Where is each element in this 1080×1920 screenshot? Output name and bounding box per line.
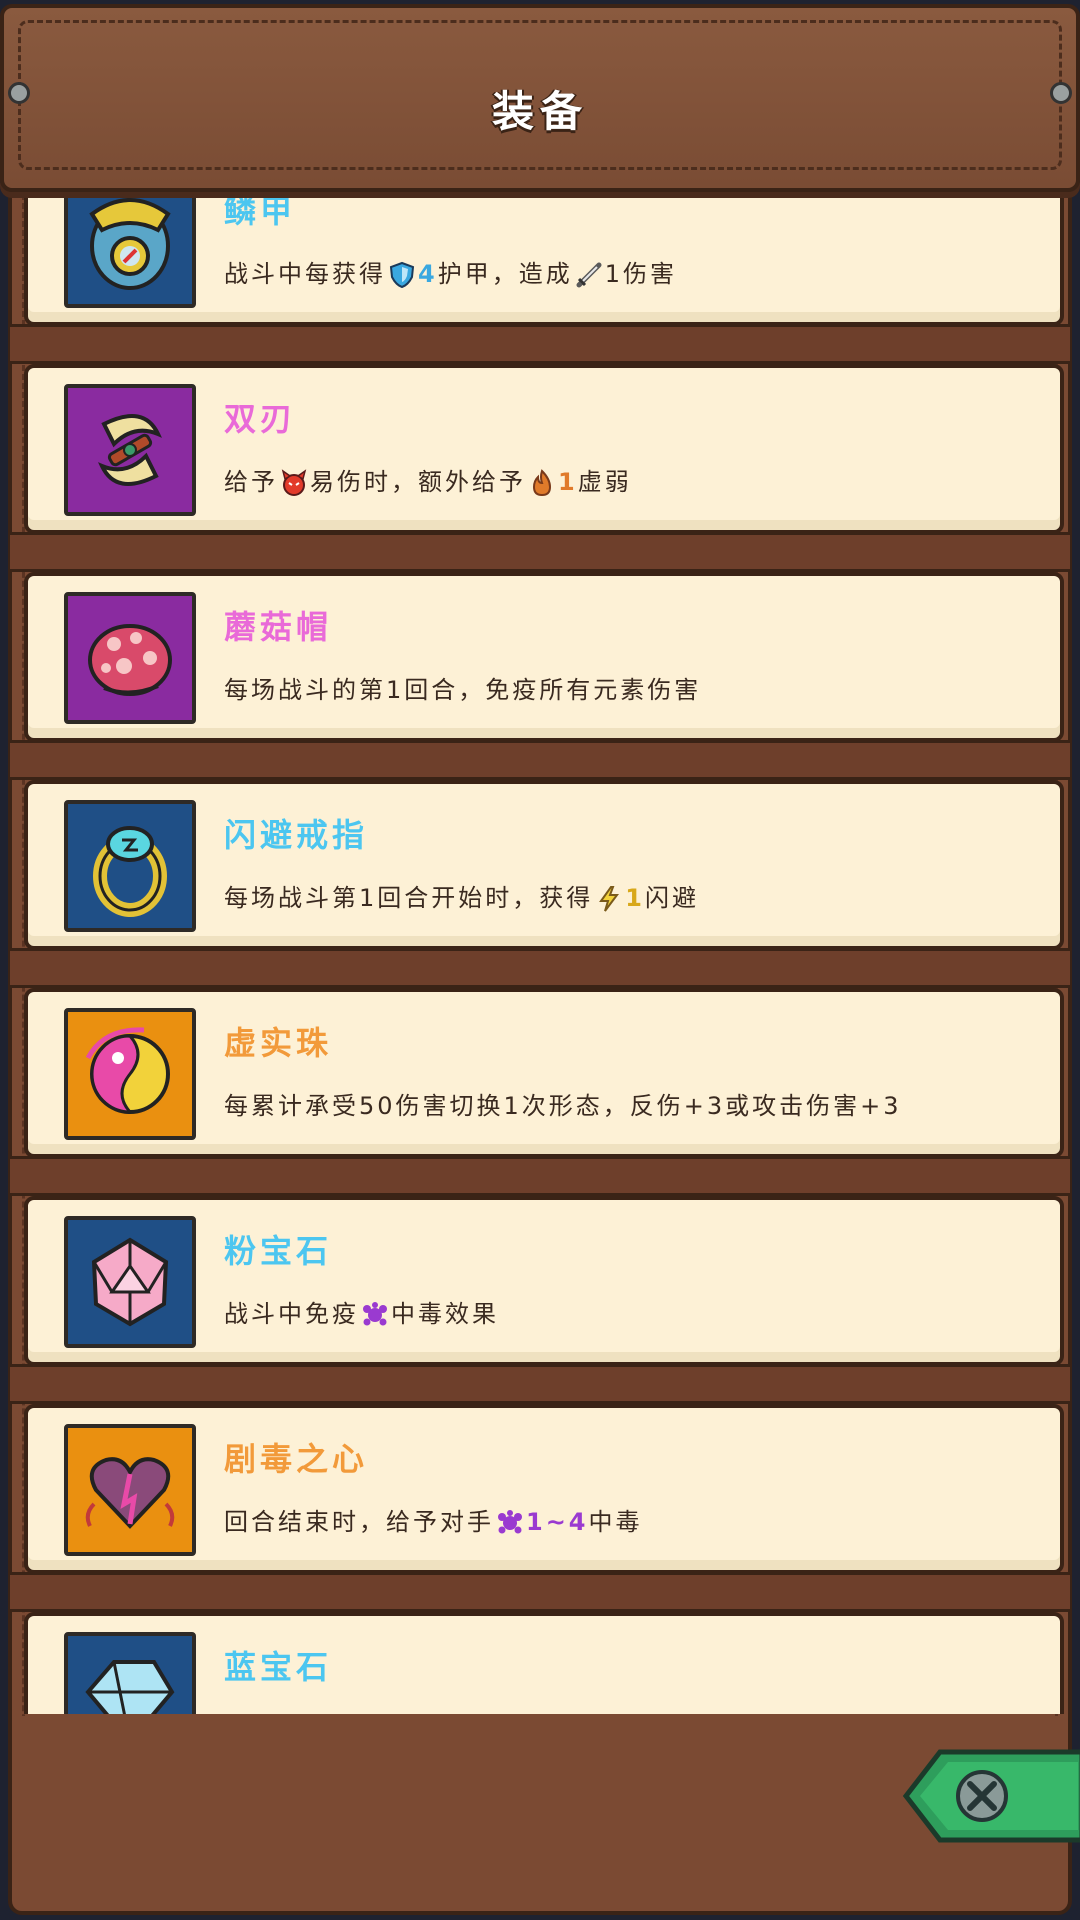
equipment-description: 战斗中免疫 中毒效果 — [224, 1294, 499, 1329]
value-number: 4 — [418, 260, 438, 288]
twin-blades-icon — [64, 384, 196, 516]
equipment-name: 虚实珠 — [224, 1024, 333, 1062]
list-item[interactable]: 蓝宝石 — [10, 1612, 1070, 1714]
equipment-card[interactable]: 剧毒之心回合结束时，给予对手 1~4中毒 — [24, 1404, 1064, 1574]
yin-yang-orb-icon — [64, 1008, 196, 1140]
shelf-plank — [10, 324, 1070, 364]
description-text: 回合结束时，给予对手 — [224, 1508, 494, 1536]
description-text: 每场战斗第1回合开始时，获得 — [224, 884, 594, 912]
equipment-card[interactable]: 粉宝石战斗中免疫 中毒效果 — [24, 1196, 1064, 1366]
shelf-plank — [10, 1364, 1070, 1404]
pink-gem-icon — [64, 1216, 196, 1348]
equipment-description: 战斗中每获得 4护甲，造成 1伤害 — [224, 254, 677, 289]
description-text: 每场战斗的第1回合，免疫所有元素伤害 — [224, 676, 702, 704]
value-number: 1 — [558, 468, 578, 496]
shelf-plank — [10, 532, 1070, 572]
devil-icon — [278, 468, 310, 496]
blue-gem-icon — [64, 1632, 196, 1714]
equipment-description: 给予 易伤时，额外给予 1虚弱 — [224, 462, 632, 497]
equipment-list[interactable]: 鳞甲 战斗中每获得 4护甲，造成 1伤害 双刃 给予 易伤时，额外给予 1虚弱 蘑菇帽 每场战斗的… — [10, 192, 1070, 1714]
description-text: 护甲，造成 — [437, 260, 573, 288]
equipment-name: 蓝宝石 — [224, 1648, 333, 1686]
shelf-plank — [10, 1156, 1070, 1196]
page-title: 装备 — [491, 87, 588, 136]
equipment-description: 每累计承受50伤害切换1次形态，反伤+3或攻击伤害+3 — [224, 1086, 902, 1121]
equipment-name: 双刃 — [224, 400, 297, 438]
bolt-left-icon — [8, 82, 30, 104]
equipment-card[interactable]: 虚实珠每累计承受50伤害切换1次形态，反伤+3或攻击伤害+3 — [24, 988, 1064, 1158]
list-item[interactable]: 蘑菇帽每场战斗的第1回合，免疫所有元素伤害 — [10, 572, 1070, 780]
bolt-right-icon — [1050, 82, 1072, 104]
equipment-name: 剧毒之心 — [224, 1440, 369, 1478]
equipment-description: 回合结束时，给予对手 1~4中毒 — [224, 1502, 643, 1537]
list-item[interactable]: 剧毒之心回合结束时，给予对手 1~4中毒 — [10, 1404, 1070, 1612]
equipment-description: 每场战斗的第1回合，免疫所有元素伤害 — [224, 670, 701, 705]
flame-icon — [526, 468, 558, 497]
header-plank: 装备 — [0, 4, 1080, 192]
list-item[interactable]: 粉宝石战斗中免疫 中毒效果 — [10, 1196, 1070, 1404]
description-text: 1伤害 — [604, 260, 677, 288]
equipment-card[interactable]: 双刃给予 易伤时，额外给予 1虚弱 — [24, 364, 1064, 534]
equipment-name: 鳞甲 — [224, 192, 297, 230]
description-text: 给予 — [224, 468, 278, 496]
close-icon — [902, 1749, 1080, 1843]
ring-icon — [64, 800, 196, 932]
description-text: 中毒效果 — [391, 1300, 499, 1328]
description-text: 虚弱 — [577, 468, 632, 496]
close-button[interactable] — [902, 1748, 1080, 1844]
lightning-icon — [593, 884, 625, 912]
list-item[interactable]: 虚实珠每累计承受50伤害切换1次形态，反伤+3或攻击伤害+3 — [10, 988, 1070, 1196]
equipment-card[interactable]: 闪避戒指每场战斗第1回合开始时，获得 1闪避 — [24, 780, 1064, 950]
mushroom-cap-icon — [64, 592, 196, 724]
shelf-plank — [10, 740, 1070, 780]
description-text: 闪避 — [644, 884, 699, 912]
description-text: 战斗中每获得 — [224, 260, 386, 288]
equipment-description: 每场战斗第1回合开始时，获得 1闪避 — [224, 878, 699, 913]
shelf-plank — [10, 948, 1070, 988]
equipment-name: 闪避戒指 — [224, 816, 369, 854]
list-item[interactable]: 双刃给予 易伤时，额外给予 1虚弱 — [10, 364, 1070, 572]
description-text: 中毒 — [588, 1508, 643, 1536]
equipment-card[interactable]: 鳞甲战斗中每获得 4护甲，造成 1伤害 — [24, 192, 1064, 326]
equipment-card[interactable]: 蓝宝石 — [24, 1612, 1064, 1714]
list-item[interactable]: 闪避戒指每场战斗第1回合开始时，获得 1闪避 — [10, 780, 1070, 988]
toxic-heart-icon — [64, 1424, 196, 1556]
value-number: 1~4 — [526, 1508, 589, 1536]
poison-icon — [494, 1508, 526, 1536]
description-text: 战斗中免疫 — [224, 1300, 359, 1328]
description-text: 每累计承受50伤害切换1次形态，反伤+3或攻击伤害+3 — [224, 1092, 902, 1120]
armor-icon — [64, 192, 196, 308]
description-text: 易伤时，额外给予 — [310, 468, 526, 496]
poison-icon — [359, 1300, 391, 1328]
list-item[interactable]: 鳞甲战斗中每获得 4护甲，造成 1伤害 — [10, 192, 1070, 364]
value-number: 1 — [625, 884, 645, 912]
shield-icon — [386, 260, 418, 289]
equipment-name: 蘑菇帽 — [224, 608, 333, 646]
equipment-name: 粉宝石 — [224, 1232, 333, 1270]
shelf-plank — [10, 1572, 1070, 1612]
sword-icon — [573, 260, 605, 288]
equipment-card[interactable]: 蘑菇帽每场战斗的第1回合，免疫所有元素伤害 — [24, 572, 1064, 742]
